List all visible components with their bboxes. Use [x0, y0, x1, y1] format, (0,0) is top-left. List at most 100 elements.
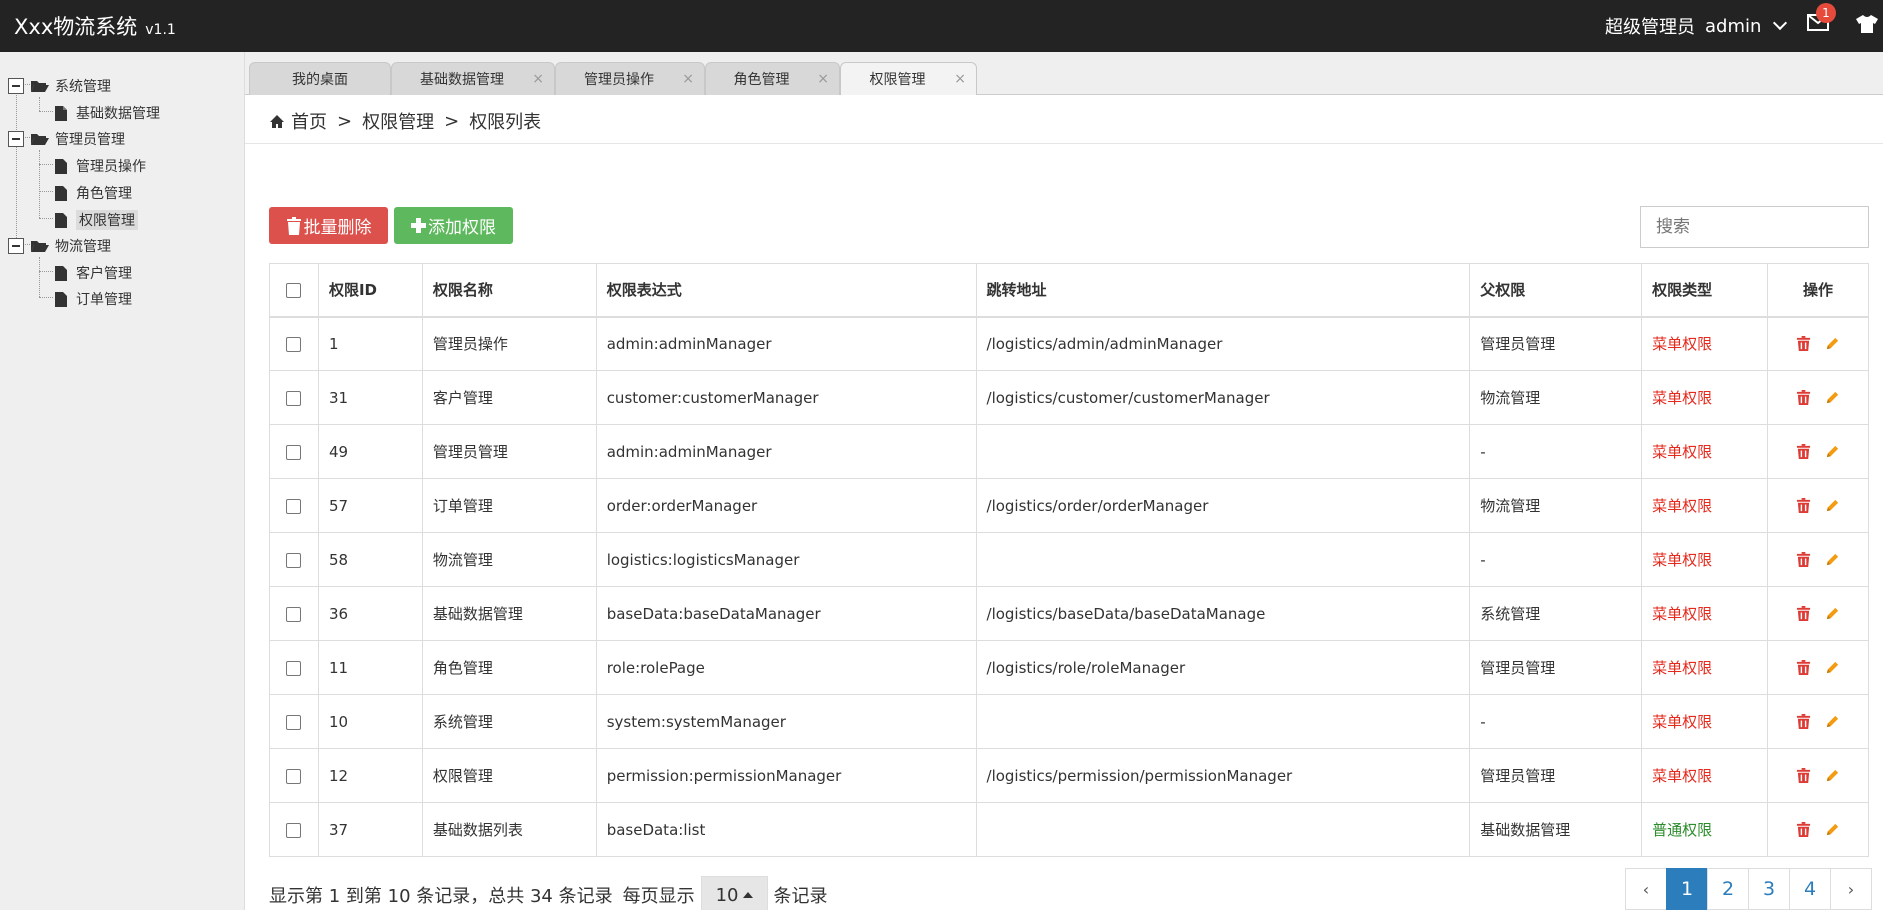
edit-pencil-icon[interactable] [1825, 606, 1840, 621]
add-permission-button[interactable]: 添加权限 [394, 207, 513, 244]
delete-icon[interactable] [1796, 768, 1811, 783]
page-button[interactable]: 4 [1789, 868, 1831, 910]
row-checkbox[interactable] [286, 714, 302, 730]
row-checkbox[interactable] [286, 390, 302, 406]
tab-permissions[interactable]: 权限管理 × [840, 62, 977, 95]
row-checkbox[interactable] [286, 552, 302, 568]
cell-name: 管理员操作 [421, 316, 597, 371]
edit-pencil-icon[interactable] [1825, 714, 1840, 729]
tab-basedata[interactable]: 基础数据管理 × [391, 62, 555, 95]
breadcrumb-home[interactable]: 首页 [291, 108, 327, 134]
theme-shirt-icon[interactable] [1855, 14, 1879, 34]
row-checkbox[interactable] [286, 606, 302, 622]
tree-guide-line [39, 257, 40, 297]
sidebar-item-permissions[interactable]: 权限管理 [55, 210, 138, 230]
tab-desktop[interactable]: 我的桌面 [249, 62, 391, 95]
page-button[interactable]: 1 [1666, 868, 1708, 910]
tree-group-logistics[interactable]: 物流管理 [8, 236, 111, 256]
caret-up-icon [742, 892, 753, 898]
page-button[interactable]: 3 [1748, 868, 1790, 910]
edit-pencil-icon[interactable] [1825, 390, 1840, 405]
delete-icon[interactable] [1796, 444, 1811, 459]
cell-name: 客户管理 [421, 370, 597, 425]
tab-roles[interactable]: 角色管理 × [705, 62, 840, 95]
page-next-button[interactable]: › [1830, 868, 1872, 910]
row-checkbox[interactable] [286, 768, 302, 784]
delete-icon[interactable] [1796, 822, 1811, 837]
sidebar-item-orders[interactable]: 订单管理 [55, 289, 132, 309]
row-select-cell [269, 316, 319, 371]
cell-expr: admin:adminManager [595, 316, 977, 371]
delete-icon[interactable] [1796, 552, 1811, 567]
sidebar-item-roles[interactable]: 角色管理 [55, 183, 132, 203]
tab-label: 我的桌面 [292, 72, 348, 88]
row-checkbox[interactable] [286, 822, 302, 838]
edit-pencil-icon[interactable] [1825, 660, 1840, 675]
edit-pencil-icon[interactable] [1825, 336, 1840, 351]
delete-icon[interactable] [1796, 714, 1811, 729]
select-all-checkbox[interactable] [286, 282, 302, 298]
tree-guide-line [16, 84, 17, 240]
delete-icon[interactable] [1796, 606, 1811, 621]
table-row: 37 基础数据列表 baseData:list 基础数据管理 普通权限 [269, 802, 1870, 857]
row-checkbox[interactable] [286, 336, 302, 352]
cell-id: 10 [317, 694, 423, 749]
cell-url: /logistics/baseData/baseDataManage [975, 586, 1471, 641]
sidebar-item-basedata[interactable]: 基础数据管理 [55, 103, 160, 123]
cell-type: 菜单权限 [1641, 694, 1768, 749]
folder-open-icon [31, 81, 49, 92]
col-header-id[interactable]: 权限ID [317, 263, 423, 318]
tree-group-system[interactable]: 系统管理 [8, 76, 111, 96]
tree-group-admin[interactable]: 管理员管理 [8, 129, 125, 149]
cell-ops [1766, 424, 1870, 479]
folder-open-icon [31, 134, 49, 145]
user-menu[interactable]: 超级管理员 admin [1605, 13, 1788, 39]
per-page-select[interactable]: 10 [700, 876, 768, 910]
col-header-name[interactable]: 权限名称 [421, 263, 597, 318]
edit-pencil-icon[interactable] [1825, 822, 1840, 837]
edit-pencil-icon[interactable] [1825, 444, 1840, 459]
cell-type: 菜单权限 [1641, 586, 1768, 641]
page-prev-button[interactable]: ‹ [1625, 868, 1667, 910]
breadcrumb-level1[interactable]: 权限管理 [362, 108, 434, 134]
col-header-parent[interactable]: 父权限 [1469, 263, 1643, 318]
app-brand[interactable]: Xxx物流系统 v1.1 [14, 11, 176, 41]
delete-icon[interactable] [1796, 390, 1811, 405]
collapse-toggle-icon[interactable] [8, 131, 24, 147]
delete-icon[interactable] [1796, 660, 1811, 675]
delete-icon[interactable] [1796, 498, 1811, 513]
tree-group-label: 管理员管理 [55, 132, 125, 148]
batch-delete-button[interactable]: 批量删除 [269, 207, 388, 244]
delete-icon[interactable] [1796, 336, 1811, 352]
tab-admin-ops[interactable]: 管理员操作 × [555, 62, 705, 95]
close-icon[interactable]: × [817, 71, 829, 87]
edit-pencil-icon[interactable] [1825, 498, 1840, 513]
col-header-url[interactable]: 跳转地址 [975, 263, 1471, 318]
col-header-type[interactable]: 权限类型 [1641, 263, 1768, 318]
select-all-cell [269, 263, 319, 318]
chevron-down-icon [1773, 15, 1788, 31]
collapse-toggle-icon[interactable] [8, 78, 24, 94]
cell-ops [1766, 478, 1870, 533]
search-input[interactable] [1640, 206, 1869, 248]
edit-pencil-icon[interactable] [1825, 552, 1840, 567]
close-icon[interactable]: × [954, 71, 966, 87]
record-info: 显示第 1 到第 10 条记录，总共 34 条记录 [269, 886, 613, 907]
row-checkbox[interactable] [286, 660, 302, 676]
sidebar-item-label: 权限管理 [76, 210, 138, 230]
collapse-toggle-icon[interactable] [8, 238, 24, 254]
sidebar-item-customers[interactable]: 客户管理 [55, 263, 132, 283]
row-checkbox[interactable] [286, 498, 302, 514]
sidebar-item-admin-ops[interactable]: 管理员操作 [55, 156, 146, 176]
row-checkbox[interactable] [286, 444, 302, 460]
cell-type: 普通权限 [1641, 802, 1768, 857]
close-icon[interactable]: × [532, 71, 544, 87]
cell-parent: 物流管理 [1469, 370, 1643, 425]
page-button[interactable]: 2 [1707, 868, 1749, 910]
tab-label: 基础数据管理 [420, 72, 504, 88]
close-icon[interactable]: × [682, 71, 694, 87]
edit-pencil-icon[interactable] [1825, 768, 1840, 783]
col-header-expr[interactable]: 权限表达式 [595, 263, 977, 318]
sidebar-item-label: 角色管理 [76, 186, 132, 202]
tab-bar: 我的桌面 基础数据管理 × 管理员操作 × 角色管理 × 权限管理 × [245, 52, 1883, 95]
